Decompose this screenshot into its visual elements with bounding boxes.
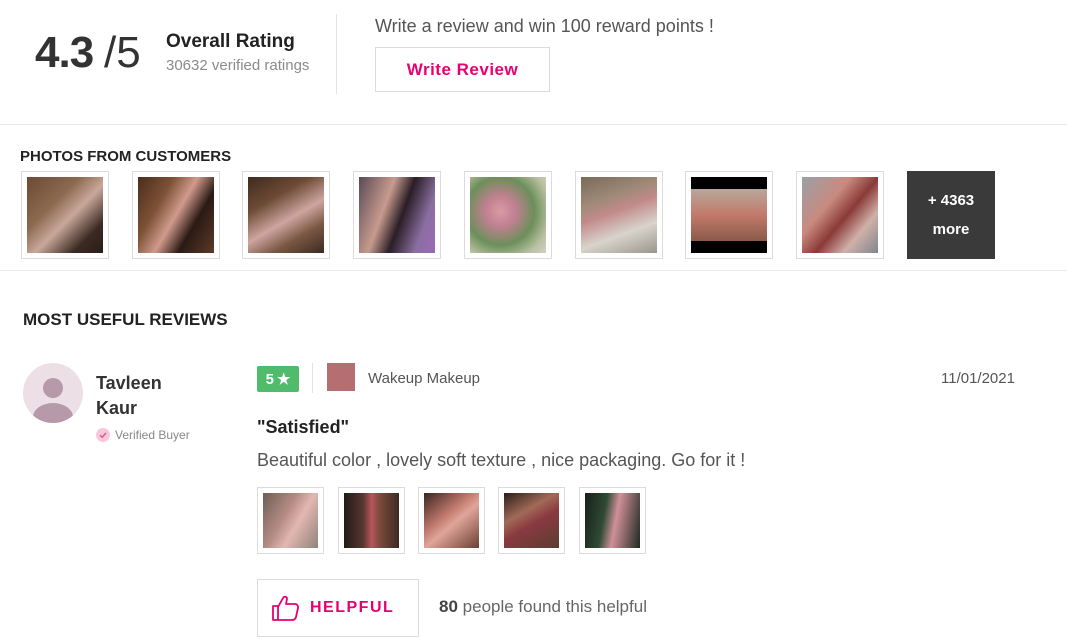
helpful-count-text: 80 people found this helpful [439,597,647,617]
review-photo-image [424,493,479,548]
reviewer-name: Tavleen Kaur [96,371,186,421]
review-promo-text: Write a review and win 100 reward points… [375,16,714,36]
divider [312,363,313,393]
helpful-label: HELPFUL [310,599,395,616]
shade-name: Wakeup Makeup [368,370,481,387]
user-icon [33,378,73,423]
review-photo[interactable] [579,487,646,554]
divider [0,124,1067,125]
review-photo-image [585,493,640,548]
average-rating: 4.3 [35,28,94,77]
more-photos-button[interactable]: + 4363 more [907,171,995,259]
verified-ratings-count: 30632 verified ratings [166,57,310,74]
customer-photo[interactable] [796,171,884,259]
customer-photo-image [359,177,435,253]
avatar [23,363,83,423]
customer-photo-image [802,177,878,253]
photos-section-title: PHOTOS FROM CUSTOMERS [20,148,232,165]
reviewer-last-name: Kaur [96,398,138,418]
review-photo[interactable] [257,487,324,554]
shade-swatch [327,363,355,391]
review-photo-image [263,493,318,548]
more-photos-label: more [932,221,970,238]
overall-rating-title: Overall Rating [166,31,295,52]
write-review-button[interactable]: Write Review [375,47,550,92]
check-icon [96,428,110,442]
verified-buyer-label: Verified Buyer [115,428,190,442]
customer-photo[interactable] [464,171,552,259]
review-photo-image [504,493,559,548]
customer-photo-image [27,177,103,253]
review-date: 11/01/2021 [941,370,1015,387]
customer-photo-image [138,177,214,253]
review-rating-value: 5 [265,370,274,388]
reviewer-first-name: Tavleen [96,373,162,393]
customer-photo[interactable] [21,171,109,259]
review-title: "Satisfied" [257,417,350,437]
customer-photo-image [691,177,767,253]
review-photo[interactable] [338,487,405,554]
helpful-count: 80 [439,597,458,616]
helpful-button[interactable]: HELPFUL [257,579,419,637]
review-body: Beautiful color , lovely soft texture , … [257,450,746,470]
more-photos-count: + 4363 [927,192,975,209]
customer-photo[interactable] [242,171,330,259]
customer-photo-image [470,177,546,253]
review-photo-image [344,493,399,548]
reviews-section-title: MOST USEFUL REVIEWS [23,310,228,329]
thumbs-up-icon [272,595,299,621]
divider [336,14,337,94]
customer-photo-image [581,177,657,253]
review-photo[interactable] [418,487,485,554]
review-photo[interactable] [498,487,565,554]
helpful-text: people found this helpful [462,597,647,616]
review-rating-badge: 5 ★ [257,366,299,392]
divider [0,270,1067,271]
star-icon: ★ [276,371,291,388]
verified-buyer-badge: Verified Buyer [96,428,190,442]
customer-photo[interactable] [132,171,220,259]
customer-photo[interactable] [685,171,773,259]
rating-max: /5 [104,28,141,77]
customer-photo[interactable] [353,171,441,259]
customer-photo[interactable] [575,171,663,259]
customer-photo-image [248,177,324,253]
